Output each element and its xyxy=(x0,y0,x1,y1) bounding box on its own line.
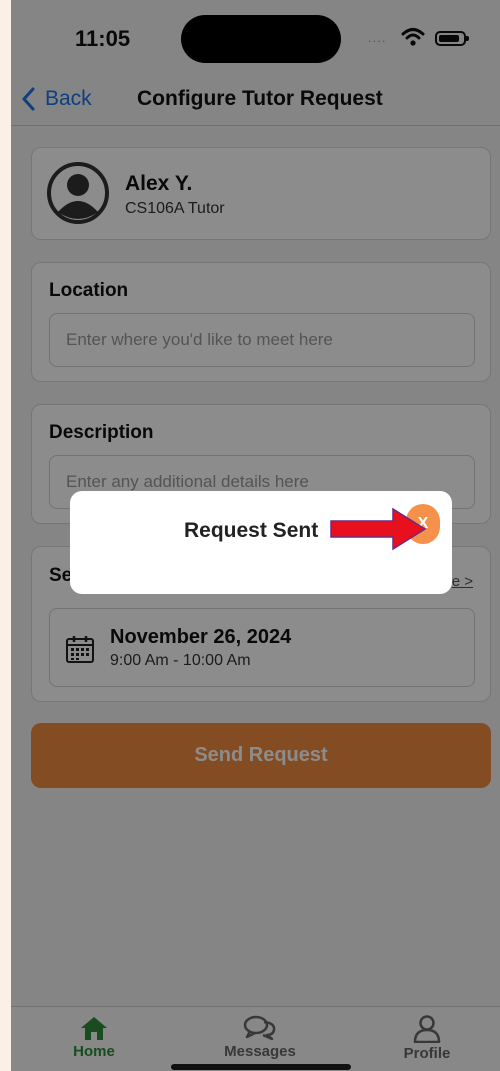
modal-title: Request Sent xyxy=(184,519,319,542)
phone-screen: 11:05 .... Back Configure Tutor Request … xyxy=(11,0,500,1071)
home-indicator xyxy=(171,1064,351,1070)
annotation-arrow-icon xyxy=(330,507,427,551)
